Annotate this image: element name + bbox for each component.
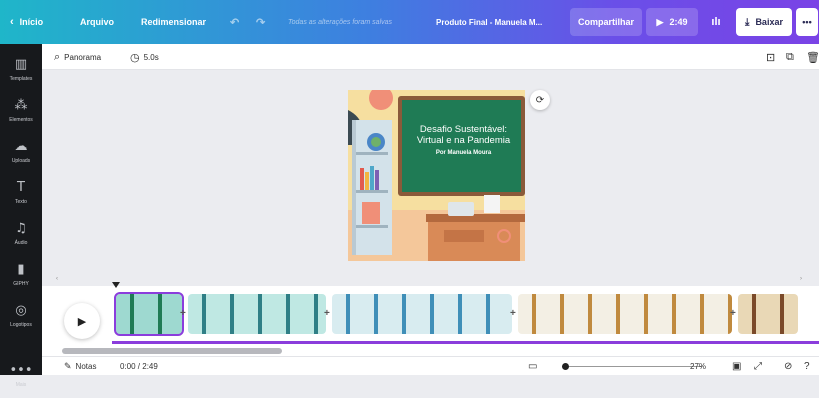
sidebar-item-templates[interactable]: ▥ Templates (0, 48, 42, 92)
add-page-icon[interactable]: ⊡ (766, 44, 775, 70)
zoom-slider-handle[interactable] (562, 363, 569, 370)
logos-icon: ◎ (15, 303, 27, 318)
status-bar: ✎ Notas 0:00 / 2:49 ▭ 27% ▣ ⤢ ⊘ ? (42, 356, 819, 375)
refresh-icon[interactable]: ⟳ (530, 90, 550, 110)
sidebar-item-label: GIPHY (13, 281, 29, 287)
help-icon[interactable]: ? (804, 357, 810, 376)
sidebar-item-uploads[interactable]: ☁ Uploads (0, 130, 42, 174)
timeline-clip[interactable] (518, 294, 732, 334)
save-status: Todas as alterações foram salvas (288, 18, 393, 26)
download-icon: ⤓ (745, 16, 750, 28)
timeline-clip[interactable] (738, 294, 798, 334)
present-button[interactable]: ▶ 2:49 (646, 8, 698, 36)
clock-icon: ◷ (130, 51, 140, 64)
present-duration: 2:49 (669, 17, 688, 27)
design-title-line1: Desafio Sustentável: (419, 124, 508, 135)
back-button[interactable]: ‹ Início (10, 0, 43, 44)
sidebar-item-udio[interactable]: ♫ Áudio (0, 212, 42, 256)
design-title-line2: Virtual e na Pandemia (416, 135, 511, 146)
notes-label: Notas (75, 362, 97, 371)
sidebar-item-giphy[interactable]: ▮ GIPHY (0, 253, 42, 297)
duration-button[interactable]: ◷ 5.0s (130, 44, 159, 70)
redo-icon[interactable]: ↷ (256, 0, 265, 44)
add-transition-icon[interactable]: + (730, 308, 736, 319)
insights-icon[interactable]: ılı (704, 0, 728, 44)
download-button[interactable]: ⤓ Baixar (736, 8, 792, 36)
fullscreen-icon[interactable]: ⤢ (754, 357, 762, 376)
sidebar-item-texto[interactable]: T Texto (0, 171, 42, 215)
playhead-marker[interactable] (112, 282, 120, 288)
design-author: Por Manuela Moura (435, 150, 492, 156)
timeline-clip[interactable] (114, 292, 184, 336)
notes-button[interactable]: ✎ Notas (64, 357, 96, 376)
timeline-progress-track (112, 341, 819, 344)
check-icon[interactable]: ⊘ (784, 357, 792, 376)
panorama-label: Panorama (64, 52, 102, 62)
design-page[interactable]: Desafio Sustentável: Virtual e na Pandem… (348, 90, 525, 261)
top-bar: ‹ Início Arquivo Redimensionar ↶ ↷ Todas… (0, 0, 819, 44)
resize-menu[interactable]: Redimensionar (141, 0, 206, 44)
notes-icon: ✎ (64, 361, 72, 371)
horizontal-scrollbar[interactable] (62, 348, 282, 354)
duration-label: 5.0s (143, 52, 159, 62)
grid-view-icon[interactable]: ▭ (528, 357, 537, 376)
templates-icon: ▥ (14, 57, 28, 72)
sidebar-item-label: Áudio (14, 240, 28, 246)
add-transition-icon[interactable]: + (324, 308, 330, 319)
timeline-play-button[interactable]: ▶ (64, 303, 100, 339)
sidebar-item-label: Uploads (11, 158, 31, 164)
sidebar-item-label: Mais (15, 382, 27, 388)
canvas-area: Desafio Sustentável: Virtual e na Pandem… (42, 70, 819, 282)
download-label: Baixar (755, 17, 783, 27)
page-count-icon[interactable]: ▣ (732, 357, 741, 376)
time-display: 0:00 / 2:49 (120, 362, 158, 371)
add-transition-icon[interactable]: + (510, 308, 516, 319)
sidebar: ▥ Templates ⁂ Elementos ☁ Uploads T Texto ♫ Áudio… (0, 44, 42, 388)
duplicate-page-icon[interactable]: ⧉ (786, 44, 794, 70)
share-button[interactable]: Compartilhar (570, 8, 642, 36)
panorama-button[interactable]: ⌕ Panorama (54, 44, 101, 70)
sidebar-item-label: Texto (15, 199, 27, 205)
share-label: Compartilhar (578, 17, 635, 27)
sidebar-item-mais[interactable]: ••• Mais (0, 354, 42, 398)
project-title[interactable]: Produto Final - Manuela M... (436, 0, 542, 44)
more-icon: ••• (9, 363, 33, 378)
text-icon: T (17, 180, 25, 195)
zoom-slider[interactable] (562, 366, 702, 367)
design-title: Desafio Sustentável: Virtual e na Pandem… (404, 124, 523, 146)
upload-icon: ☁ (14, 139, 28, 154)
sidebar-item-label: Elementos (9, 117, 33, 123)
timeline-clip[interactable] (332, 294, 512, 334)
zoom-level: 27% (690, 362, 707, 371)
panorama-icon: ⌕ (54, 50, 61, 63)
sidebar-item-label: Logotipos (10, 322, 32, 328)
timeline-clip[interactable] (188, 294, 326, 334)
classroom-illustration (348, 90, 525, 261)
file-menu[interactable]: Arquivo (80, 0, 114, 44)
scroll-left-icon[interactable]: ‹ (56, 276, 58, 282)
more-options-button[interactable]: ••• (796, 8, 818, 36)
delete-page-icon[interactable]: 🗑 (806, 44, 819, 70)
back-label: Início (19, 17, 44, 27)
elements-icon: ⁂ (14, 98, 28, 113)
sidebar-item-label: Templates (9, 76, 33, 82)
play-icon: ▶ (77, 315, 87, 328)
scroll-right-icon[interactable]: › (800, 276, 802, 282)
undo-icon[interactable]: ↶ (230, 0, 239, 44)
giphy-icon: ▮ (17, 262, 25, 277)
play-icon: ▶ (656, 16, 664, 27)
editor-toolbar: ⌕ Panorama ◷ 5.0s ⊡ ⧉ 🗑 (42, 44, 819, 70)
timeline: ▶ + + + + (42, 282, 819, 356)
sidebar-item-logotipos[interactable]: ◎ Logotipos (0, 294, 42, 338)
add-transition-icon[interactable]: + (180, 308, 186, 319)
audio-icon: ♫ (15, 221, 27, 236)
sidebar-item-elementos[interactable]: ⁂ Elementos (0, 89, 42, 133)
chevron-left-icon: ‹ (10, 16, 14, 28)
